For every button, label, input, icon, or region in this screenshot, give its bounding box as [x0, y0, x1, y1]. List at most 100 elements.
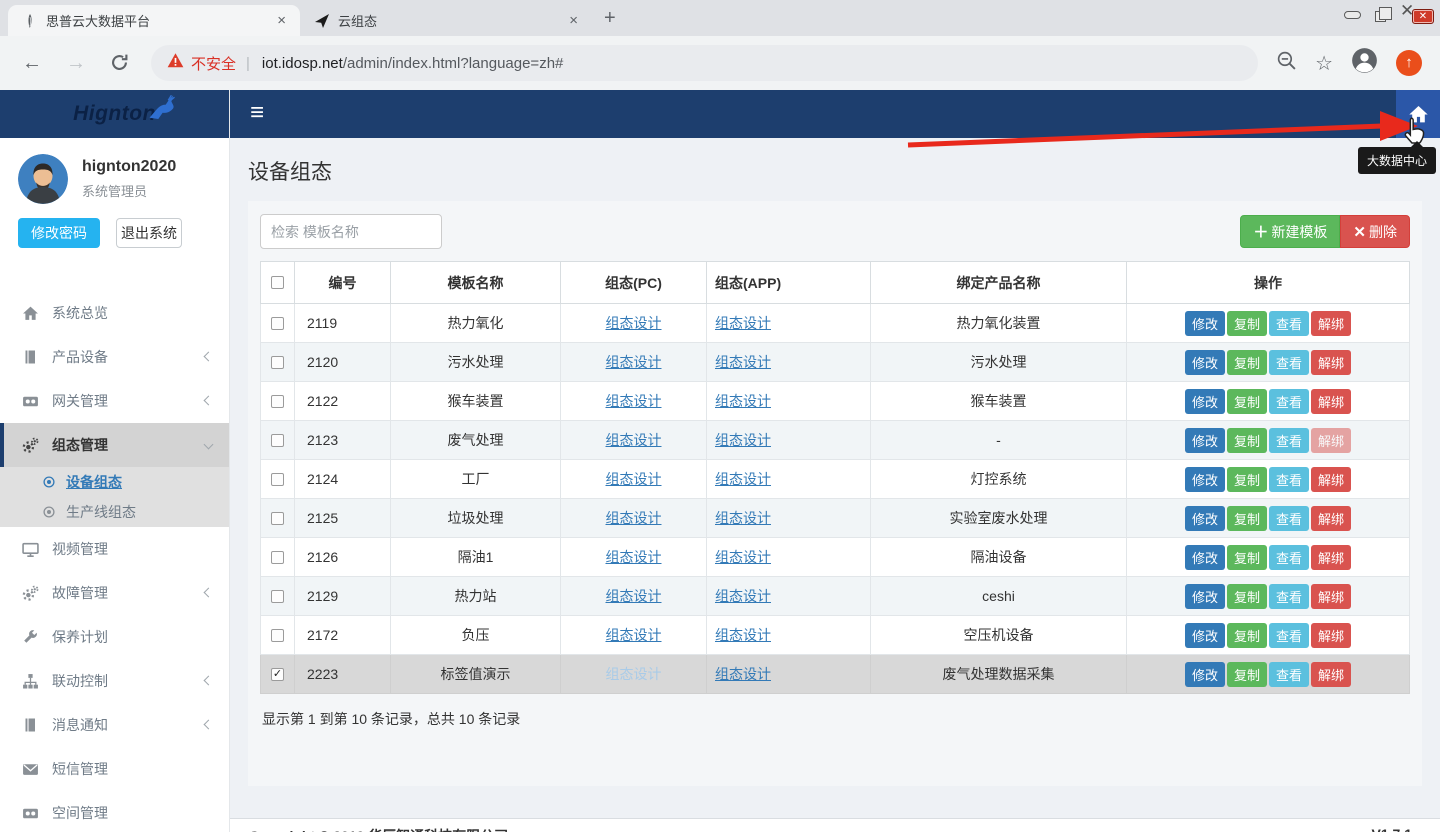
- new-template-button[interactable]: ＋新建模板: [1240, 215, 1340, 248]
- pc-config-design-link[interactable]: 组态设计: [606, 666, 662, 682]
- app-config-design-link[interactable]: 组态设计: [715, 393, 771, 409]
- browser-tab-inactive[interactable]: 云组态 ×: [300, 5, 592, 36]
- copy-button[interactable]: 复制: [1227, 623, 1267, 648]
- pc-config-design-link[interactable]: 组态设计: [606, 588, 662, 604]
- view-button[interactable]: 查看: [1269, 545, 1309, 570]
- sidebar-item-sms-mgmt[interactable]: 短信管理: [0, 747, 229, 791]
- browser-update-icon[interactable]: ↑: [1396, 50, 1422, 76]
- minimize-icon[interactable]: [1344, 11, 1361, 19]
- edit-button[interactable]: 修改: [1185, 350, 1225, 375]
- sidebar-item-config-mgmt[interactable]: 组态管理: [0, 423, 229, 467]
- sidebar-item-product-device[interactable]: 产品设备: [0, 335, 229, 379]
- select-all-checkbox[interactable]: [271, 276, 284, 289]
- unbind-button[interactable]: 解绑: [1311, 311, 1351, 336]
- sidebar-item-video-mgmt[interactable]: 视频管理: [0, 527, 229, 571]
- browser-tab-active[interactable]: 思普云大数据平台 ×: [8, 5, 300, 36]
- copy-button[interactable]: 复制: [1227, 350, 1267, 375]
- row-checkbox[interactable]: [271, 317, 284, 330]
- security-warning-label[interactable]: 不安全: [191, 53, 236, 74]
- sidebar-item-message-notify[interactable]: 消息通知: [0, 703, 229, 747]
- sidebar-item-system-overview[interactable]: 系统总览: [0, 291, 229, 335]
- row-checkbox[interactable]: [271, 395, 284, 408]
- unbind-button[interactable]: 解绑: [1311, 623, 1351, 648]
- unbind-button[interactable]: 解绑: [1311, 584, 1351, 609]
- app-config-design-link[interactable]: 组态设计: [715, 471, 771, 487]
- pc-config-design-link[interactable]: 组态设计: [606, 471, 662, 487]
- app-config-design-link[interactable]: 组态设计: [715, 432, 771, 448]
- unbind-button[interactable]: 解绑: [1311, 467, 1351, 492]
- row-checkbox[interactable]: [271, 473, 284, 486]
- profile-avatar-icon[interactable]: [1351, 47, 1378, 79]
- edit-button[interactable]: 修改: [1185, 467, 1225, 492]
- close-icon[interactable]: ✕✕: [1400, 3, 1434, 27]
- copy-button[interactable]: 复制: [1227, 662, 1267, 687]
- sidebar-item-linkage-control[interactable]: 联动控制: [0, 659, 229, 703]
- app-config-design-link[interactable]: 组态设计: [715, 549, 771, 565]
- new-tab-button[interactable]: +: [604, 7, 616, 30]
- copy-button[interactable]: 复制: [1227, 311, 1267, 336]
- pc-config-design-link[interactable]: 组态设计: [606, 510, 662, 526]
- pc-config-design-link[interactable]: 组态设计: [606, 393, 662, 409]
- copy-button[interactable]: 复制: [1227, 584, 1267, 609]
- sidebar-item-fault-mgmt[interactable]: 故障管理: [0, 571, 229, 615]
- sidebar-subitem-production-line-config[interactable]: 生产线组态: [0, 497, 229, 527]
- pc-config-design-link[interactable]: 组态设计: [606, 627, 662, 643]
- view-button[interactable]: 查看: [1269, 311, 1309, 336]
- edit-button[interactable]: 修改: [1185, 662, 1225, 687]
- app-config-design-link[interactable]: 组态设计: [715, 627, 771, 643]
- copy-button[interactable]: 复制: [1227, 545, 1267, 570]
- view-button[interactable]: 查看: [1269, 467, 1309, 492]
- view-button[interactable]: 查看: [1269, 389, 1309, 414]
- zoom-out-icon[interactable]: [1276, 50, 1297, 76]
- unbind-button[interactable]: 解绑: [1311, 350, 1351, 375]
- sidebar-item-maintenance-plan[interactable]: 保养计划: [0, 615, 229, 659]
- sidebar-item-space-mgmt[interactable]: 空间管理: [0, 791, 229, 832]
- edit-button[interactable]: 修改: [1185, 623, 1225, 648]
- forward-icon[interactable]: →: [66, 52, 86, 75]
- unbind-button[interactable]: 解绑: [1311, 506, 1351, 531]
- copy-button[interactable]: 复制: [1227, 506, 1267, 531]
- unbind-button[interactable]: 解绑: [1311, 428, 1351, 453]
- delete-button[interactable]: ✕删除: [1340, 215, 1410, 248]
- row-checkbox[interactable]: [271, 434, 284, 447]
- hamburger-icon[interactable]: ≡: [250, 99, 264, 127]
- tab-close-icon[interactable]: ×: [565, 12, 582, 29]
- restore-icon[interactable]: [1375, 11, 1386, 22]
- big-data-center-home-button[interactable]: [1396, 90, 1440, 138]
- view-button[interactable]: 查看: [1269, 662, 1309, 687]
- copy-button[interactable]: 复制: [1227, 428, 1267, 453]
- app-config-design-link[interactable]: 组态设计: [715, 315, 771, 331]
- view-button[interactable]: 查看: [1269, 506, 1309, 531]
- view-button[interactable]: 查看: [1269, 623, 1309, 648]
- address-bar[interactable]: 不安全 | iot.idosp.net/admin/index.html?lan…: [151, 45, 1258, 81]
- view-button[interactable]: 查看: [1269, 428, 1309, 453]
- row-checkbox[interactable]: [271, 629, 284, 642]
- row-checkbox[interactable]: [271, 512, 284, 525]
- row-checkbox[interactable]: ✓: [271, 668, 284, 681]
- edit-button[interactable]: 修改: [1185, 428, 1225, 453]
- edit-button[interactable]: 修改: [1185, 389, 1225, 414]
- app-config-design-link[interactable]: 组态设计: [715, 666, 771, 682]
- pc-config-design-link[interactable]: 组态设计: [606, 432, 662, 448]
- unbind-button[interactable]: 解绑: [1311, 545, 1351, 570]
- edit-button[interactable]: 修改: [1185, 506, 1225, 531]
- bookmark-star-icon[interactable]: ☆: [1315, 51, 1333, 76]
- sidebar-subitem-device-config[interactable]: 设备组态: [0, 467, 229, 497]
- app-config-design-link[interactable]: 组态设计: [715, 510, 771, 526]
- pc-config-design-link[interactable]: 组态设计: [606, 315, 662, 331]
- view-button[interactable]: 查看: [1269, 584, 1309, 609]
- search-input[interactable]: [260, 214, 442, 249]
- row-checkbox[interactable]: [271, 590, 284, 603]
- back-icon[interactable]: ←: [22, 52, 42, 75]
- row-checkbox[interactable]: [271, 551, 284, 564]
- refresh-icon[interactable]: [110, 52, 129, 75]
- change-password-button[interactable]: 修改密码: [18, 218, 100, 248]
- pc-config-design-link[interactable]: 组态设计: [606, 549, 662, 565]
- unbind-button[interactable]: 解绑: [1311, 662, 1351, 687]
- unbind-button[interactable]: 解绑: [1311, 389, 1351, 414]
- edit-button[interactable]: 修改: [1185, 584, 1225, 609]
- logout-button[interactable]: 退出系统: [116, 218, 182, 248]
- tab-close-icon[interactable]: ×: [273, 12, 290, 29]
- copy-button[interactable]: 复制: [1227, 389, 1267, 414]
- pc-config-design-link[interactable]: 组态设计: [606, 354, 662, 370]
